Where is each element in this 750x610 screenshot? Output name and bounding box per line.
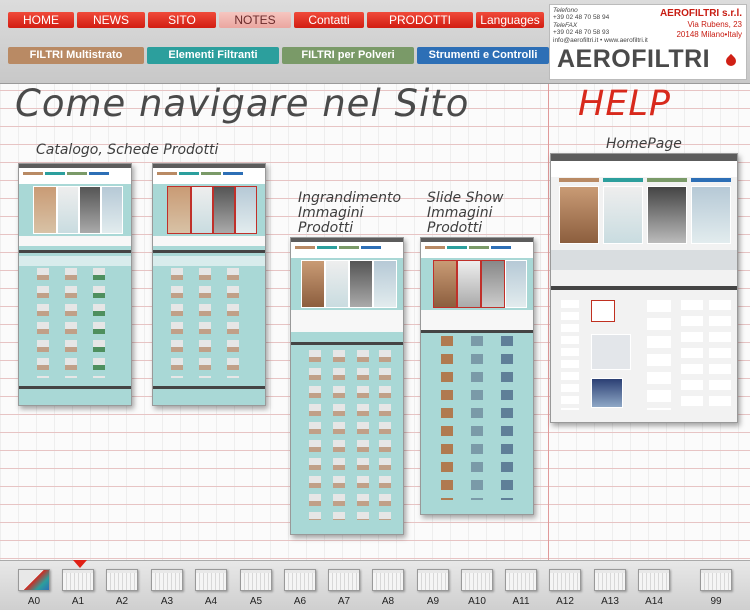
thumbnail-a0[interactable] (18, 569, 50, 591)
nav-item-home[interactable]: HOME (8, 12, 74, 28)
label-line: Immagini (298, 205, 364, 221)
site-header: HOME NEWS SITO NOTES Contatti PRODOTTI Languag… (0, 0, 750, 84)
thumbnail-label: A2 (115, 596, 129, 607)
section-label-ingrandimento: Ingrandimento Immagini Prodotti (298, 191, 401, 236)
thumbnail-a14[interactable] (638, 569, 670, 591)
thumbnail-a1[interactable] (62, 569, 94, 591)
section-label-homepage: HomePage (606, 136, 682, 152)
category-tab-0[interactable]: FILTRI Multistrato (8, 47, 144, 64)
thumbnail-a10[interactable] (461, 569, 493, 591)
category-nav: FILTRI Multistrato Elementi Filtranti FILT… (8, 47, 549, 64)
thumbnail-a6[interactable] (284, 569, 316, 591)
main-nav: HOME NEWS SITO NOTES Contatti PRODOTTI Languag… (8, 12, 544, 28)
label-line: Prodotti (298, 220, 354, 236)
city-address: 20148 Milano•Italy (676, 30, 742, 39)
thumbnail-a2[interactable] (106, 569, 138, 591)
catalogo-screenshot[interactable] (18, 163, 132, 406)
thumbnail-label: A9 (426, 596, 440, 607)
aerofiltri-logo[interactable]: AEROFILTRI (557, 45, 710, 74)
thumbnail-a11[interactable] (505, 569, 537, 591)
section-label-slideshow: Slide Show Immagini Prodotti (427, 191, 503, 236)
thumbnail-a3[interactable] (151, 569, 183, 591)
logo-drop-icon (723, 53, 739, 69)
thumbnail-99[interactable] (700, 569, 732, 591)
nav-item-languages[interactable]: Languages (476, 12, 544, 28)
fax-label: TeleFAX (553, 21, 578, 29)
thumbnail-a4[interactable] (195, 569, 227, 591)
slideshow-screenshot[interactable] (420, 237, 534, 515)
category-tab-1[interactable]: Elementi Filtranti (147, 47, 279, 64)
section-label-catalogo: Catalogo, Schede Prodotti (36, 142, 219, 158)
homepage-screenshot[interactable] (550, 153, 738, 423)
contact-info: Telefono +39 02 48 70 58 94 TeleFAX +39 … (553, 7, 648, 44)
thumbnail-label: A14 (645, 596, 663, 607)
category-tab-3[interactable]: Strumenti e Controlli (417, 47, 549, 64)
thumbnail-label: A5 (249, 596, 263, 607)
help-title: HELP (578, 84, 672, 124)
thumbnail-label: 99 (710, 596, 722, 607)
thumbnail-label: A10 (468, 596, 486, 607)
phone-label: Telefono (553, 7, 578, 14)
thumbnail-a7[interactable] (328, 569, 360, 591)
nav-item-contatti[interactable]: Contatti (294, 12, 364, 28)
notebook-margin-line (548, 0, 549, 560)
label-line: Ingrandimento (298, 190, 402, 206)
thumbnail-label: A0 (27, 596, 41, 607)
phone-number: +39 02 48 70 58 94 (553, 14, 610, 22)
page-title: Come navigare nel Sito (15, 82, 470, 125)
category-tab-2[interactable]: FILTRI per Polveri (282, 47, 414, 64)
thumbnail-label: A3 (160, 596, 174, 607)
street-address: Via Rubens, 23 (687, 20, 742, 29)
nav-item-news[interactable]: NEWS (77, 12, 145, 28)
label-line: Slide Show (427, 190, 504, 206)
nav-item-sito[interactable]: SITO (148, 12, 216, 28)
label-line: Prodotti (427, 220, 483, 236)
label-line: Immagini (427, 205, 493, 221)
catalogo-screenshot-2[interactable] (152, 163, 266, 406)
thumbnail-label: A8 (381, 596, 395, 607)
thumbnail-label: A11 (512, 596, 530, 607)
thumbnail-label: A1 (71, 596, 85, 607)
company-name: AEROFILTRI s.r.l. (659, 8, 742, 19)
nav-item-prodotti[interactable]: PRODOTTI (367, 12, 473, 28)
thumbnail-label: A7 (337, 596, 351, 607)
company-info-box: Telefono +39 02 48 70 58 94 TeleFAX +39 … (549, 4, 747, 80)
thumbnail-a8[interactable] (372, 569, 404, 591)
thumbnail-label: A12 (556, 596, 574, 607)
company-address: Via Rubens, 23 20148 Milano•Italy (676, 20, 742, 40)
thumbnail-label: A6 (293, 596, 307, 607)
ingrandimento-screenshot[interactable] (290, 237, 404, 535)
thumbnail-navigation-bar: A0 A1 A2 A3 A4 A5 A6 A7 A8 A9 A10 A11 A12 A13 A14 99 (0, 560, 750, 610)
nav-item-notes[interactable]: NOTES (219, 12, 291, 28)
thumbnail-a9[interactable] (417, 569, 449, 591)
thumbnail-a12[interactable] (549, 569, 581, 591)
web-contact-link[interactable]: info@aerofiltri.it • www.aerofiltri.it (553, 37, 648, 44)
thumbnail-a5[interactable] (240, 569, 272, 591)
thumbnail-label: A4 (204, 596, 218, 607)
current-page-marker-icon (73, 560, 87, 568)
thumbnail-label: A13 (601, 596, 619, 607)
fax-number: +39 02 48 70 58 93 (553, 29, 610, 37)
thumbnail-a13[interactable] (594, 569, 626, 591)
